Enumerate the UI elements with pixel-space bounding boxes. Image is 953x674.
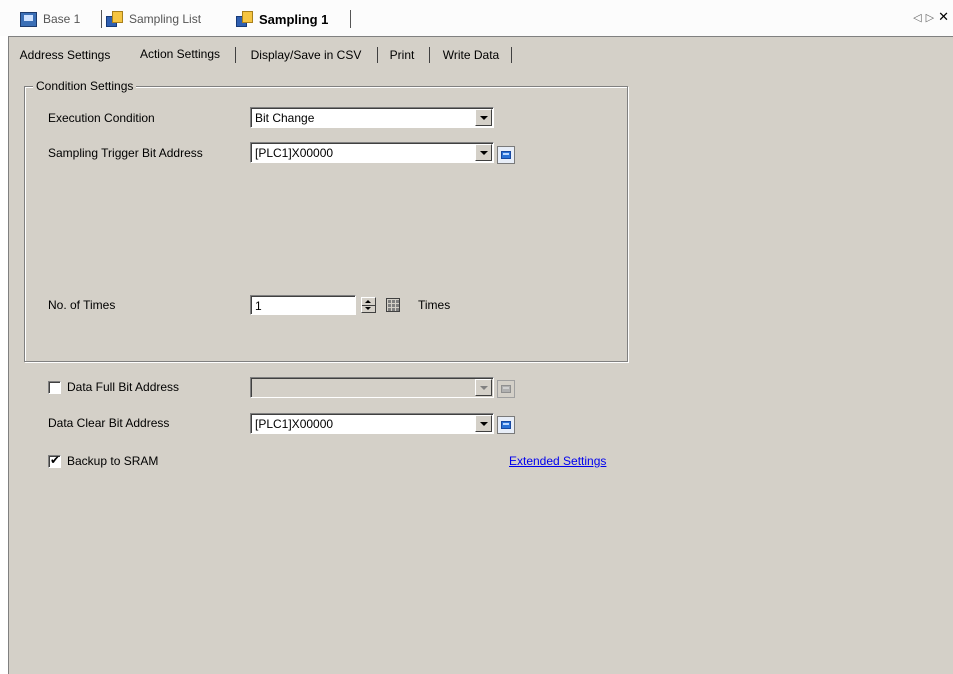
backup-sram-label: Backup to SRAM	[67, 454, 159, 468]
tab-separator	[235, 47, 236, 63]
chevron-down-icon[interactable]	[475, 109, 492, 126]
doc-tab-base-1[interactable]: Base 1	[20, 8, 80, 30]
keyboard-icon	[501, 151, 511, 159]
data-clear-address-input-button[interactable]	[497, 416, 515, 434]
tab-action-settings[interactable]: Action Settings	[129, 42, 231, 66]
doc-tab-sampling-1[interactable]: Sampling 1	[236, 8, 328, 30]
tab-label: Write Data	[442, 48, 500, 62]
execution-condition-value: Bit Change	[255, 111, 315, 125]
doc-tab-label: Sampling 1	[259, 11, 329, 27]
document-tab-strip: Base 1 Sampling List Sampling 1 ◁ ▷ ✕	[0, 0, 953, 36]
no-of-times-value: 1	[255, 299, 262, 313]
doc-tab-label: Base 1	[43, 12, 81, 26]
execution-condition-label: Execution Condition	[48, 111, 155, 125]
scroll-right-icon[interactable]: ▷	[926, 11, 934, 24]
times-unit-label: Times	[418, 298, 451, 312]
data-clear-address-value: [PLC1]X00000	[255, 417, 334, 431]
sampling-icon	[106, 10, 123, 28]
spin-down-icon[interactable]	[365, 307, 371, 310]
tab-write-data[interactable]: Write Data	[433, 44, 509, 66]
trigger-bit-address-label: Sampling Trigger Bit Address	[48, 146, 203, 160]
data-full-label: Data Full Bit Address	[67, 380, 180, 394]
monitor-icon	[20, 11, 37, 27]
chevron-down-icon[interactable]	[475, 144, 492, 161]
tab-print[interactable]: Print	[380, 44, 424, 66]
doc-tab-label: Sampling List	[129, 12, 202, 26]
trigger-address-input-button[interactable]	[497, 146, 515, 164]
scroll-left-icon[interactable]: ◁	[913, 11, 921, 24]
no-of-times-input[interactable]: 1	[250, 295, 356, 315]
no-of-times-label: No. of Times	[48, 298, 116, 312]
tab-label: Display/Save in CSV	[250, 48, 362, 62]
sampling-icon	[236, 10, 253, 28]
data-full-address-input-button[interactable]	[497, 380, 515, 398]
no-of-times-spinner[interactable]	[361, 297, 376, 313]
tab-label: Address Settings	[19, 48, 111, 62]
tab-navigation: ◁ ▷ ✕	[913, 9, 949, 25]
spin-up-icon[interactable]	[365, 300, 371, 303]
close-icon[interactable]: ✕	[938, 9, 949, 25]
tab-label: Action Settings	[139, 47, 221, 61]
chevron-down-icon[interactable]	[475, 415, 492, 432]
chevron-down-icon[interactable]	[475, 379, 492, 396]
doc-tab-sampling-list[interactable]: Sampling List	[106, 8, 201, 30]
trigger-bit-address-select[interactable]: [PLC1]X00000	[250, 142, 494, 163]
tab-separator	[377, 47, 378, 63]
tab-display-save-csv[interactable]: Display/Save in CSV	[238, 44, 374, 66]
keyboard-icon	[501, 421, 511, 429]
doc-tab-separator	[101, 10, 102, 28]
keyboard-icon	[501, 385, 511, 393]
execution-condition-select[interactable]: Bit Change	[250, 107, 494, 128]
data-clear-address-select[interactable]: [PLC1]X00000	[250, 413, 494, 434]
keypad-icon[interactable]	[386, 298, 400, 312]
data-full-address-select[interactable]	[250, 377, 494, 398]
tab-separator	[511, 47, 512, 63]
data-full-checkbox[interactable]	[48, 381, 61, 394]
doc-tab-separator	[350, 10, 351, 28]
tab-address-settings[interactable]: Address Settings	[9, 44, 121, 66]
backup-sram-checkbox[interactable]: ✔	[48, 453, 61, 468]
extended-settings-link[interactable]: Extended Settings	[509, 454, 606, 468]
data-clear-label: Data Clear Bit Address	[48, 416, 170, 430]
tab-separator	[429, 47, 430, 63]
check-icon: ✔	[50, 453, 61, 467]
trigger-bit-address-value: [PLC1]X00000	[255, 146, 334, 160]
group-title: Condition Settings	[33, 79, 137, 93]
tab-label: Print	[389, 48, 415, 62]
